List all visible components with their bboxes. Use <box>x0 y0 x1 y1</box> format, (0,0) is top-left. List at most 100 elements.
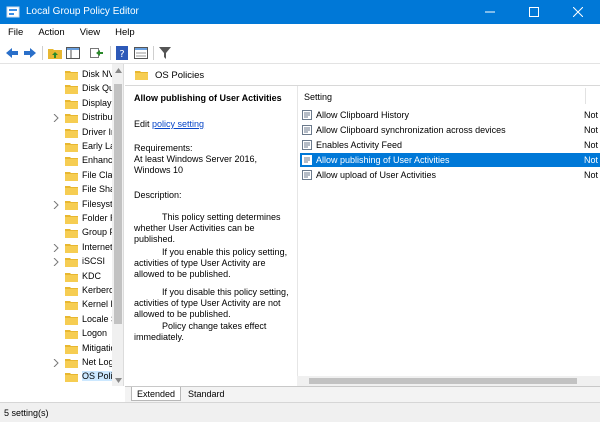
help-button[interactable]: ? <box>114 45 130 61</box>
folder-icon <box>65 71 78 80</box>
properties-pane-icon <box>134 47 148 59</box>
settings-list: Setting Allow Clipboard History Not confi… <box>297 86 600 376</box>
chevron-right-icon[interactable] <box>52 200 60 209</box>
tab-standard[interactable]: Standard <box>183 387 230 401</box>
edit-line: Edit policy setting <box>134 119 204 129</box>
scroll-up-arrow[interactable] <box>112 64 123 76</box>
column-setting[interactable]: Setting <box>304 92 332 102</box>
chevron-right-icon[interactable] <box>52 258 60 267</box>
tree-item[interactable]: Driver Installation <box>0 126 112 140</box>
chevron-right-icon[interactable] <box>52 114 60 123</box>
scrollbar-thumb[interactable] <box>309 378 577 384</box>
table-row[interactable]: Allow upload of User Activities Not confi… <box>300 168 600 182</box>
tree-item[interactable]: Display <box>0 97 112 111</box>
up-folder-icon <box>48 49 62 59</box>
scrollbar-thumb[interactable] <box>114 84 122 324</box>
tree-item[interactable]: Group Policy <box>0 226 112 240</box>
filter-button[interactable] <box>157 45 173 61</box>
menu-action[interactable]: Action <box>30 24 71 42</box>
tab-extended[interactable]: Extended <box>131 387 182 401</box>
tree-item[interactable]: Distributed COM <box>0 111 112 125</box>
folder-icon <box>65 85 78 95</box>
show-hide-tree-button[interactable] <box>65 45 81 61</box>
tree-item[interactable]: Enhanced Storage Access <box>0 154 112 168</box>
tree-item[interactable]: Folder Redirection <box>0 212 112 226</box>
back-button[interactable] <box>4 45 20 61</box>
export-list-button[interactable] <box>89 45 105 61</box>
tree-item[interactable]: Early Launch Antimalware <box>0 140 112 154</box>
tree-item-label: Mitigation Options <box>82 342 112 353</box>
setting-name: Allow publishing of User Activities <box>316 155 450 165</box>
policy-setting-icon <box>302 140 312 150</box>
menu-bar: File Action View Help <box>0 24 600 42</box>
tree-item[interactable]: OS Policies <box>0 370 112 384</box>
table-row[interactable]: Allow publishing of User Activities Not c… <box>300 153 600 167</box>
close-button[interactable] <box>556 0 600 24</box>
description-label: Description: <box>134 190 182 200</box>
minimize-button[interactable] <box>468 0 512 24</box>
folder-icon <box>65 99 78 109</box>
close-icon <box>573 7 583 17</box>
setting-state: Not configured <box>584 155 600 165</box>
requirements-label: Requirements: <box>134 143 193 153</box>
tree-item[interactable]: Logon <box>0 327 112 341</box>
tree-item[interactable]: Disk NV Cache <box>0 68 112 82</box>
tree-item-label: KDC <box>82 270 102 281</box>
forward-button[interactable] <box>22 45 38 61</box>
tree-item[interactable]: File Share Shadow Copy Provider <box>0 183 112 197</box>
tree-item[interactable]: PIN Complexity <box>0 385 112 387</box>
view-tabs: Extended Standard <box>125 386 600 402</box>
maximize-button[interactable] <box>512 0 556 24</box>
table-row[interactable]: Allow Clipboard History Not configured <box>300 108 600 122</box>
folder-icon <box>65 359 78 368</box>
tree-item-label: Distributed COM <box>82 112 112 123</box>
svg-text:?: ? <box>119 49 124 60</box>
group-policy-icon <box>6 6 20 18</box>
tree-item[interactable]: KDC <box>0 270 112 284</box>
tree-item[interactable]: Kernel DMA Protection <box>0 298 112 312</box>
chevron-right-icon[interactable] <box>52 243 60 252</box>
folder-icon <box>65 258 78 268</box>
column-divider[interactable] <box>585 88 586 104</box>
up-one-level-button[interactable] <box>47 45 63 61</box>
tree-item[interactable]: iSCSI <box>0 255 112 269</box>
menu-file[interactable]: File <box>0 24 30 42</box>
tree-item[interactable]: Internet Communication Management <box>0 241 112 255</box>
maximize-icon <box>529 7 539 17</box>
folder-icon <box>65 243 78 253</box>
requirements-text: At least Windows Server 2016, Windows 10 <box>134 154 258 175</box>
toolbar-separator <box>110 46 111 60</box>
tree-item-label: Folder Redirection <box>82 213 112 223</box>
tree-item[interactable]: Mitigation Options <box>0 342 112 356</box>
window-title: Local Group Policy Editor <box>26 6 139 17</box>
forward-arrow-icon <box>24 48 36 58</box>
scroll-down-arrow[interactable] <box>112 374 123 386</box>
policy-setting-icon <box>302 110 312 120</box>
horizontal-scrollbar[interactable] <box>297 376 600 386</box>
vertical-scrollbar[interactable] <box>112 64 123 386</box>
tree-item-label: Early Launch Antimalware <box>82 141 112 151</box>
setting-state: Not configured <box>584 170 600 180</box>
tree-item[interactable]: Filesystem <box>0 198 112 212</box>
menu-view[interactable]: View <box>72 24 107 42</box>
tree-item[interactable]: Kerberos <box>0 284 112 298</box>
tree-item[interactable]: Locale Services <box>0 313 112 327</box>
setting-name: Allow upload of User Activities <box>316 170 437 180</box>
table-row[interactable]: Enables Activity Feed Not configured <box>300 138 600 152</box>
folder-icon <box>65 272 78 282</box>
tree-item[interactable]: Net Logon <box>0 356 112 370</box>
folder-icon <box>65 315 78 325</box>
navigation-tree: Disk NV Cache Disk Quotas Display Distribut… <box>0 64 124 386</box>
tree-item[interactable]: File Classification Infrastructure <box>0 169 112 183</box>
menu-help[interactable]: Help <box>107 24 142 42</box>
back-arrow-icon <box>6 48 18 58</box>
folder-icon <box>65 215 78 224</box>
tree-item-label: File Share Shadow Copy Provider <box>82 184 112 195</box>
table-row[interactable]: Allow Clipboard synchronization across d… <box>300 123 600 137</box>
tree-item[interactable]: Disk Quotas <box>0 82 112 96</box>
edit-policy-link[interactable]: policy setting <box>152 119 204 129</box>
chevron-right-icon[interactable] <box>52 359 60 367</box>
tree-item-label: iSCSI <box>82 256 106 267</box>
properties-pane-button[interactable] <box>133 45 149 61</box>
description-pane: Allow publishing of User Activities Edit… <box>125 86 297 386</box>
